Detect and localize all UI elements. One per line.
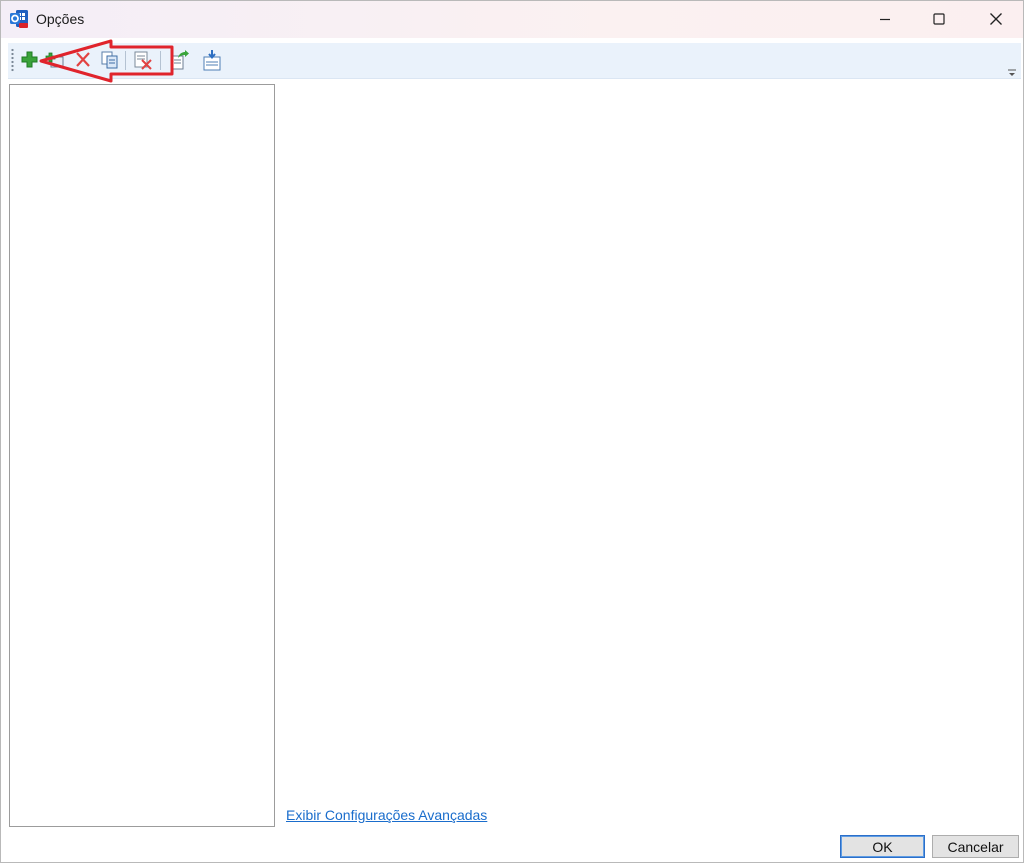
options-dialog: Opções Exibir Configurações Avançadas OK… bbox=[0, 0, 1024, 863]
export-button[interactable] bbox=[168, 49, 190, 71]
title-bar: Opções bbox=[1, 1, 1023, 38]
close-icon bbox=[990, 13, 1002, 25]
toolbar-separator bbox=[125, 51, 126, 70]
close-button[interactable] bbox=[968, 1, 1024, 38]
delete-icon bbox=[76, 52, 90, 67]
overflow-button[interactable] bbox=[1006, 65, 1018, 76]
delete-button[interactable] bbox=[72, 49, 94, 71]
overflow-chevron-icon bbox=[1008, 69, 1016, 76]
toolbar-grip-icon[interactable] bbox=[11, 48, 14, 72]
toolbar bbox=[8, 43, 1021, 79]
import-button[interactable] bbox=[201, 49, 223, 71]
minimize-icon bbox=[880, 18, 890, 21]
maximize-button[interactable] bbox=[911, 1, 969, 38]
minimize-button[interactable] bbox=[857, 1, 915, 38]
add-icon bbox=[21, 51, 38, 68]
app-icon bbox=[9, 9, 29, 29]
options-tree-panel[interactable] bbox=[9, 84, 275, 827]
maximize-icon bbox=[933, 13, 945, 25]
import-icon bbox=[203, 50, 221, 71]
advanced-settings-link[interactable]: Exibir Configurações Avançadas bbox=[286, 807, 487, 823]
ok-button[interactable]: OK bbox=[840, 835, 925, 858]
add-button[interactable] bbox=[19, 49, 41, 71]
copy-button[interactable] bbox=[99, 49, 121, 71]
copy-icon bbox=[101, 51, 118, 69]
delete-document-icon bbox=[134, 51, 152, 70]
cancel-button[interactable]: Cancelar bbox=[932, 835, 1019, 858]
export-icon bbox=[171, 50, 189, 70]
add-subitem-button[interactable] bbox=[45, 49, 67, 71]
add-subitem-icon bbox=[45, 52, 64, 68]
window-title: Opções bbox=[36, 11, 85, 27]
toolbar-separator bbox=[160, 51, 161, 70]
delete-document-button[interactable] bbox=[132, 49, 154, 71]
